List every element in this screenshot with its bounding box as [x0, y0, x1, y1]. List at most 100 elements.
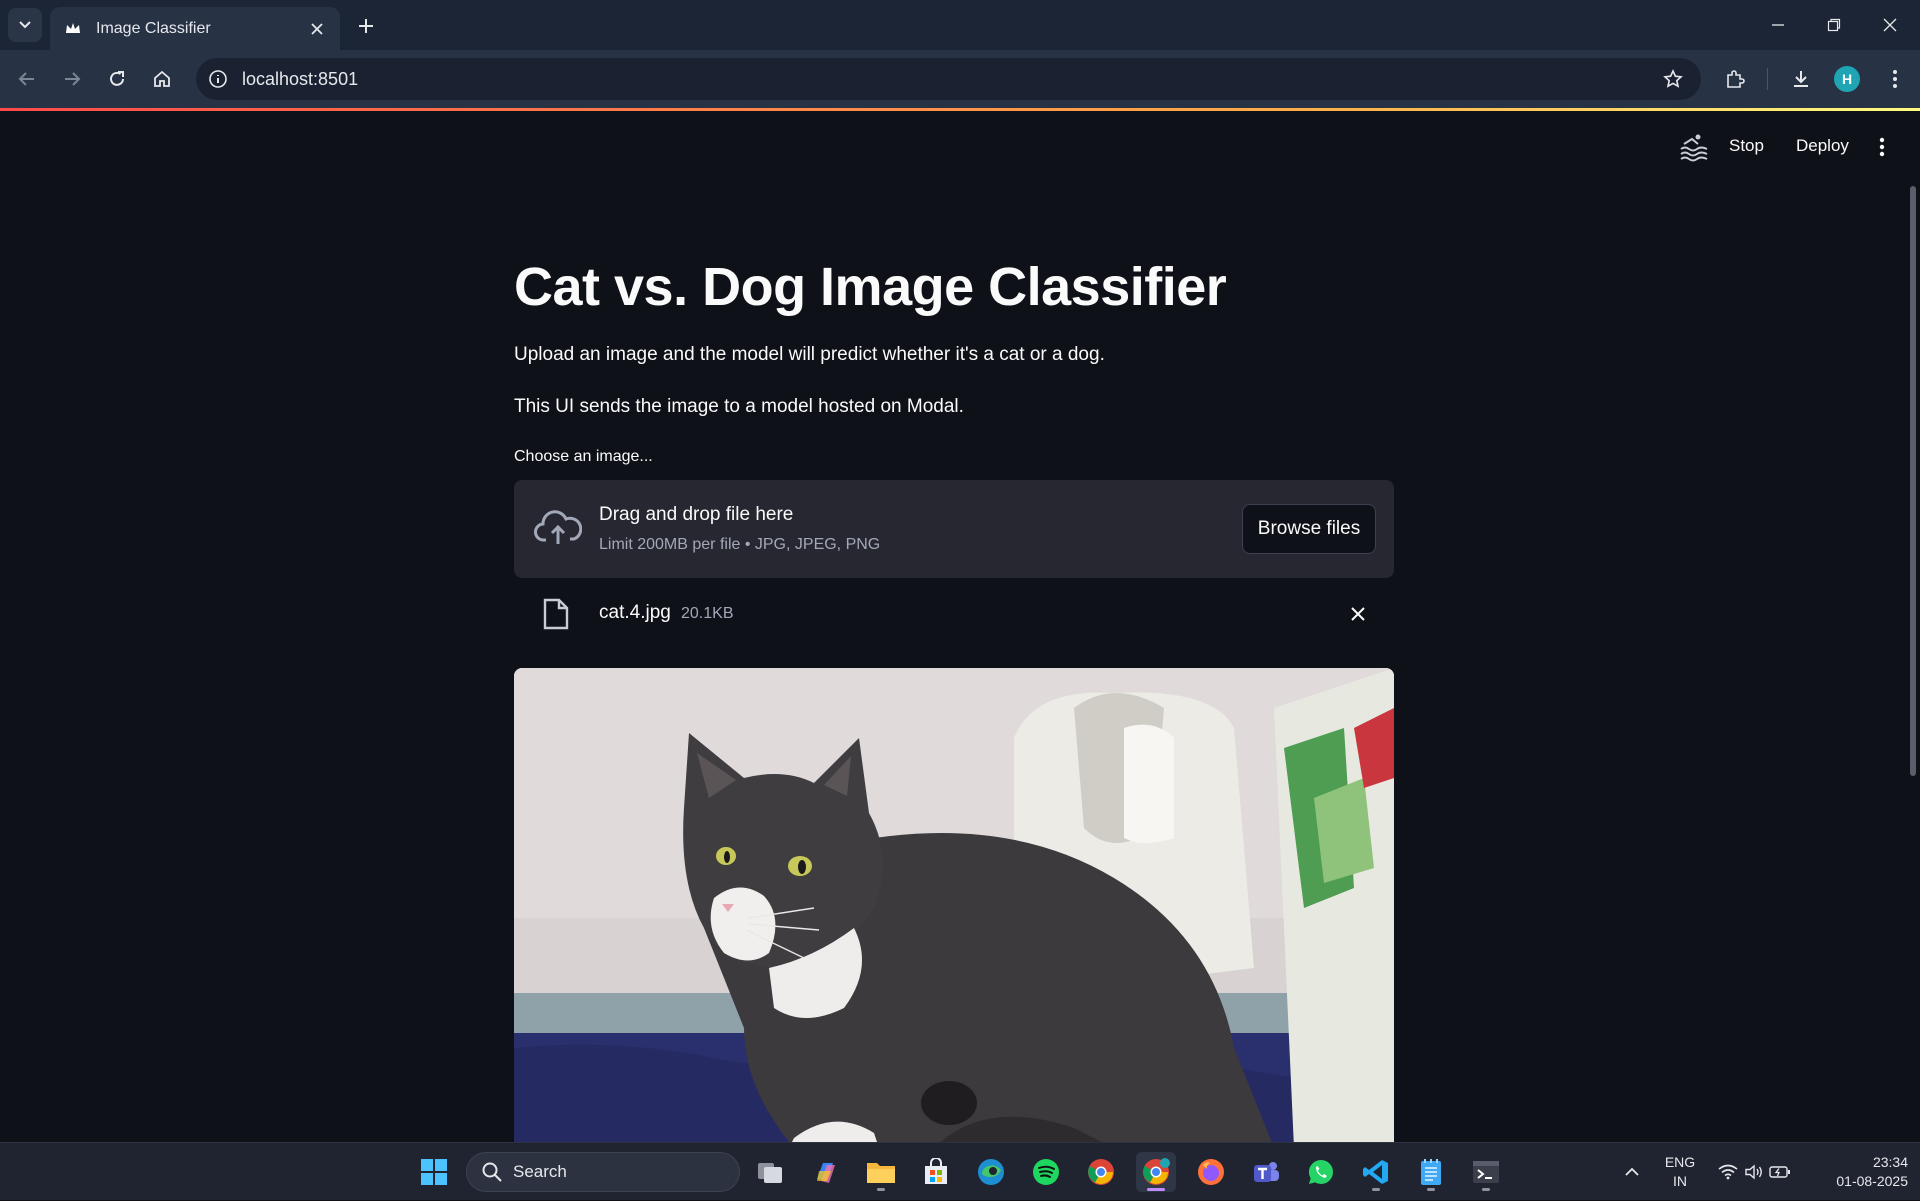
system-clock[interactable]: 23:34 01-08-2025: [1812, 1153, 1908, 1191]
back-button[interactable]: [12, 64, 42, 94]
teams-icon: [1254, 1162, 1279, 1182]
notepad-icon: [1421, 1159, 1441, 1185]
file-dropzone[interactable]: Drag and drop file here Limit 200MB per …: [514, 480, 1394, 578]
plus-icon: [359, 19, 373, 33]
uploader-label: Choose an image...: [514, 448, 653, 465]
arrow-right-icon: [65, 72, 81, 86]
url-text[interactable]: localhost:8501: [242, 69, 1659, 90]
file-explorer-button[interactable]: [861, 1152, 901, 1192]
site-info-icon[interactable]: [204, 65, 232, 93]
terminal-icon: [1473, 1161, 1499, 1183]
puzzle-icon: [1727, 70, 1745, 88]
downloads-button[interactable]: [1786, 64, 1816, 94]
running-indicator: [877, 1188, 885, 1191]
region-code: IN: [1673, 1173, 1687, 1189]
language-indicator[interactable]: ENG IN: [1660, 1153, 1700, 1191]
minimize-button[interactable]: [1750, 0, 1806, 50]
streamlit-crown-icon: [66, 22, 80, 33]
close-window-button[interactable]: [1862, 0, 1918, 50]
task-view-icon: [758, 1163, 782, 1183]
page-title: Cat vs. Dog Image Classifier: [514, 257, 1227, 317]
edge-icon: [978, 1159, 1004, 1185]
notepad-button[interactable]: [1411, 1152, 1451, 1192]
running-indicator: [1427, 1188, 1435, 1191]
kebab-menu-icon: [1879, 137, 1885, 157]
uploaded-file-name: cat.4.jpg: [599, 602, 671, 623]
close-tab-icon[interactable]: [308, 20, 326, 38]
tab-search-button[interactable]: [8, 8, 42, 42]
forward-button[interactable]: [57, 64, 87, 94]
spotify-button[interactable]: [1026, 1152, 1066, 1192]
uploaded-file-item: cat.4.jpg 20.1KB: [514, 586, 1394, 642]
clock-date: 01-08-2025: [1836, 1173, 1908, 1189]
running-indicator: [1482, 1188, 1490, 1191]
terminal-button[interactable]: [1466, 1152, 1506, 1192]
download-icon: [1794, 71, 1808, 87]
stop-button[interactable]: Stop: [1729, 136, 1764, 156]
new-tab-button[interactable]: [352, 12, 380, 40]
extensions-button[interactable]: [1720, 64, 1750, 94]
uploaded-file-size: 20.1KB: [681, 605, 734, 622]
start-button[interactable]: [414, 1152, 454, 1192]
browser-tab[interactable]: Image Classifier: [50, 7, 340, 50]
chrome-profile-button[interactable]: [1081, 1152, 1121, 1192]
browser-tab-bar: Image Classifier: [0, 0, 1920, 50]
firefox-button[interactable]: [1191, 1152, 1231, 1192]
arrow-left-icon: [18, 72, 34, 86]
edge-button[interactable]: [971, 1152, 1011, 1192]
toolbar-separator: [1767, 68, 1768, 90]
home-icon: [154, 70, 170, 87]
reload-icon: [110, 71, 124, 86]
show-hidden-icons-button[interactable]: [1618, 1143, 1646, 1201]
description-text: Upload an image and the model will predi…: [514, 344, 1105, 365]
bookmark-star-icon[interactable]: [1659, 65, 1687, 93]
streamlit-app: Stop Deploy Cat vs. Dog Image Classifier…: [0, 108, 1920, 1142]
cloud-upload-icon: [534, 510, 582, 544]
language-code: ENG: [1664, 1154, 1696, 1170]
volume-status[interactable]: [1742, 1143, 1766, 1201]
restore-icon: [1827, 18, 1841, 32]
active-indicator: [1147, 1188, 1165, 1191]
cat-photo: [514, 668, 1394, 1142]
clock-time: 23:34: [1872, 1154, 1908, 1170]
reload-button[interactable]: [102, 64, 132, 94]
spotify-icon: [1033, 1159, 1059, 1185]
file-icon: [543, 598, 569, 630]
dropzone-limits: Limit 200MB per file • JPG, JPEG, PNG: [599, 536, 881, 553]
chrome-icon: [1088, 1159, 1114, 1185]
address-bar[interactable]: localhost:8501: [196, 58, 1701, 100]
home-button[interactable]: [147, 64, 177, 94]
running-swimmer-icon: [1680, 134, 1708, 162]
microsoft-store-button[interactable]: [916, 1152, 956, 1192]
vscode-icon: [1363, 1160, 1388, 1184]
deploy-button[interactable]: Deploy: [1796, 136, 1849, 156]
teams-button[interactable]: [1246, 1152, 1286, 1192]
whatsapp-button[interactable]: [1301, 1152, 1341, 1192]
vscode-button[interactable]: [1356, 1152, 1396, 1192]
kebab-menu-icon: [1893, 70, 1897, 88]
browse-files-button[interactable]: Browse files: [1242, 504, 1376, 554]
profile-avatar[interactable]: H: [1834, 66, 1860, 92]
tab-title: Image Classifier: [96, 19, 211, 37]
minimize-icon: [1772, 24, 1784, 26]
chrome-icon: [1143, 1158, 1170, 1185]
wifi-icon: [1718, 1164, 1738, 1180]
search-icon: [482, 1162, 502, 1182]
wifi-status[interactable]: [1716, 1143, 1740, 1201]
search-label: Search: [513, 1162, 567, 1181]
close-icon: [1883, 18, 1897, 32]
remove-file-button[interactable]: [1346, 602, 1370, 626]
close-icon: [1351, 607, 1365, 621]
modal-note-text: This UI sends the image to a model hoste…: [514, 396, 964, 417]
page-scrollbar[interactable]: [1910, 186, 1916, 776]
store-icon: [925, 1158, 947, 1184]
copilot-button[interactable]: [806, 1152, 846, 1192]
dropzone-instructions: Drag and drop file here: [599, 504, 794, 525]
battery-status[interactable]: [1768, 1143, 1792, 1201]
app-menu-button[interactable]: [1870, 134, 1894, 160]
restore-button[interactable]: [1806, 0, 1862, 50]
task-view-button[interactable]: [750, 1152, 790, 1192]
taskbar-search[interactable]: Search: [466, 1152, 740, 1192]
browser-menu-button[interactable]: [1880, 64, 1910, 94]
chrome-active-button[interactable]: [1136, 1152, 1176, 1192]
